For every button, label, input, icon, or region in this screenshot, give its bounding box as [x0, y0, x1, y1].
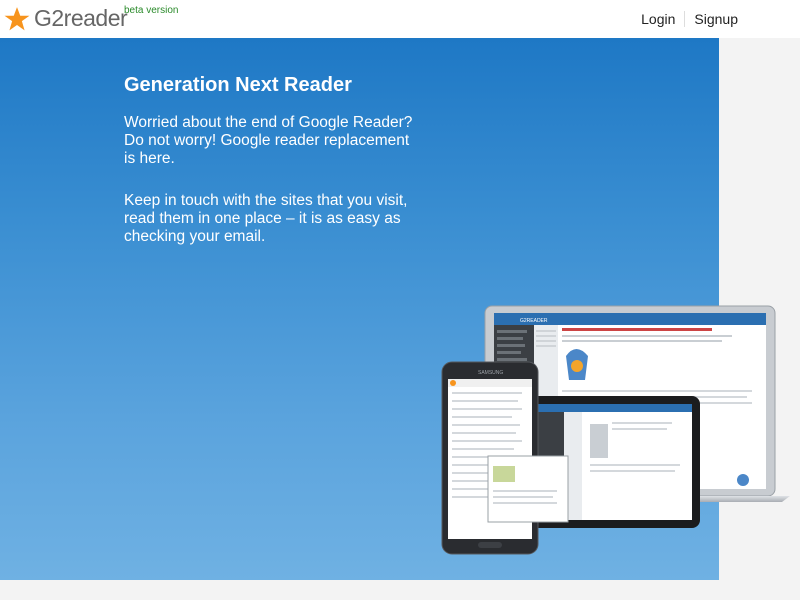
signup-link[interactable]: Signup: [694, 11, 738, 27]
nav-divider: [684, 11, 686, 27]
hero-title: Generation Next Reader: [124, 74, 352, 96]
auth-nav: Login Signup: [641, 11, 738, 27]
devices-illustration: G2READER SAMSUNG: [441, 305, 790, 555]
laptop-logo-text: G2READER: [520, 318, 548, 324]
phone-brand-text: SAMSUNG: [478, 370, 503, 376]
beta-label: beta version: [124, 5, 179, 16]
top-bar: G2reader beta version Login Signup: [0, 0, 800, 38]
hero-paragraph-benefit: Keep in touch with the sites that you vi…: [124, 192, 408, 245]
login-link[interactable]: Login: [641, 11, 675, 27]
logo-text: G2reader: [34, 5, 128, 31]
star-icon: [4, 6, 30, 30]
logo[interactable]: G2reader: [4, 5, 128, 32]
hero-paragraph-intro: Worried about the end of Google Reader? …: [124, 114, 413, 167]
